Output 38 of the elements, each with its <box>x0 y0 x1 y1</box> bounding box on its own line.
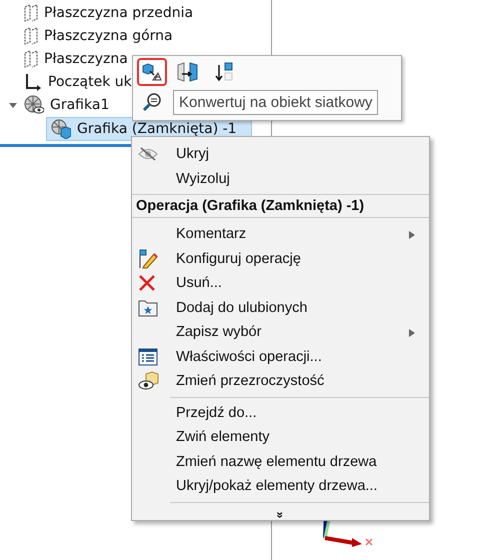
graphics-icon <box>51 118 71 139</box>
plane-icon <box>24 50 38 68</box>
menu-item[interactable]: Komentarz <box>132 222 429 246</box>
menu-item[interactable]: Zmień nazwę elementu drzewa <box>132 450 429 474</box>
convert-mesh-button[interactable] <box>137 58 167 86</box>
flag-pencil-icon <box>138 248 158 269</box>
eye-cube-icon <box>138 371 160 392</box>
menu-item[interactable]: Zmień przezroczystość <box>132 369 429 394</box>
submenu-arrow-icon <box>409 231 415 239</box>
menu-item[interactable]: Dodaj do ulubionych <box>132 296 429 320</box>
tree-item[interactable]: Płaszczyzna górna <box>44 28 173 44</box>
origin-icon <box>24 73 42 92</box>
tree-item[interactable]: Początek uk <box>48 74 132 90</box>
properties-list-icon <box>138 348 158 366</box>
menu-item[interactable]: Usuń... <box>132 271 429 296</box>
menu-item[interactable]: Ukryj <box>132 142 429 166</box>
tree-item[interactable]: Grafika1 <box>50 97 110 114</box>
tree-item[interactable]: Grafika (Zamknięta) -1 <box>77 120 237 137</box>
menu-item[interactable]: Wyizoluj <box>132 166 429 191</box>
expand-menu-button[interactable]: » <box>274 511 288 518</box>
menu-header: Operacja (Grafika (Zamknięta) -1) <box>132 194 429 218</box>
menu-item[interactable]: Zapisz wybór <box>132 320 429 344</box>
menu-item[interactable]: Zwiń elementy <box>132 425 429 450</box>
folder-star-icon <box>138 298 158 317</box>
collapse-arrow-icon[interactable] <box>8 100 18 110</box>
tooltip: Konwertuj na obiekt siatkowy <box>173 90 378 114</box>
menu-item[interactable]: Konfiguruj operację <box>132 246 429 271</box>
hidden-eye-icon <box>138 147 158 162</box>
menu-item[interactable]: Ukryj/pokaż elementy drzewa... <box>132 474 429 498</box>
graphics-icon <box>24 95 44 116</box>
tree-item[interactable]: Płaszczyzna <box>44 50 128 67</box>
menu-item[interactable]: Właściwości operacji... <box>132 344 429 369</box>
plane-icon <box>24 26 38 45</box>
menu-item[interactable]: Przejdź do... <box>132 400 429 425</box>
tree-item[interactable]: Płaszczyzna przednia <box>44 4 194 21</box>
delete-x-icon <box>138 274 156 292</box>
submenu-arrow-icon <box>409 329 415 337</box>
plane-icon <box>24 4 38 22</box>
